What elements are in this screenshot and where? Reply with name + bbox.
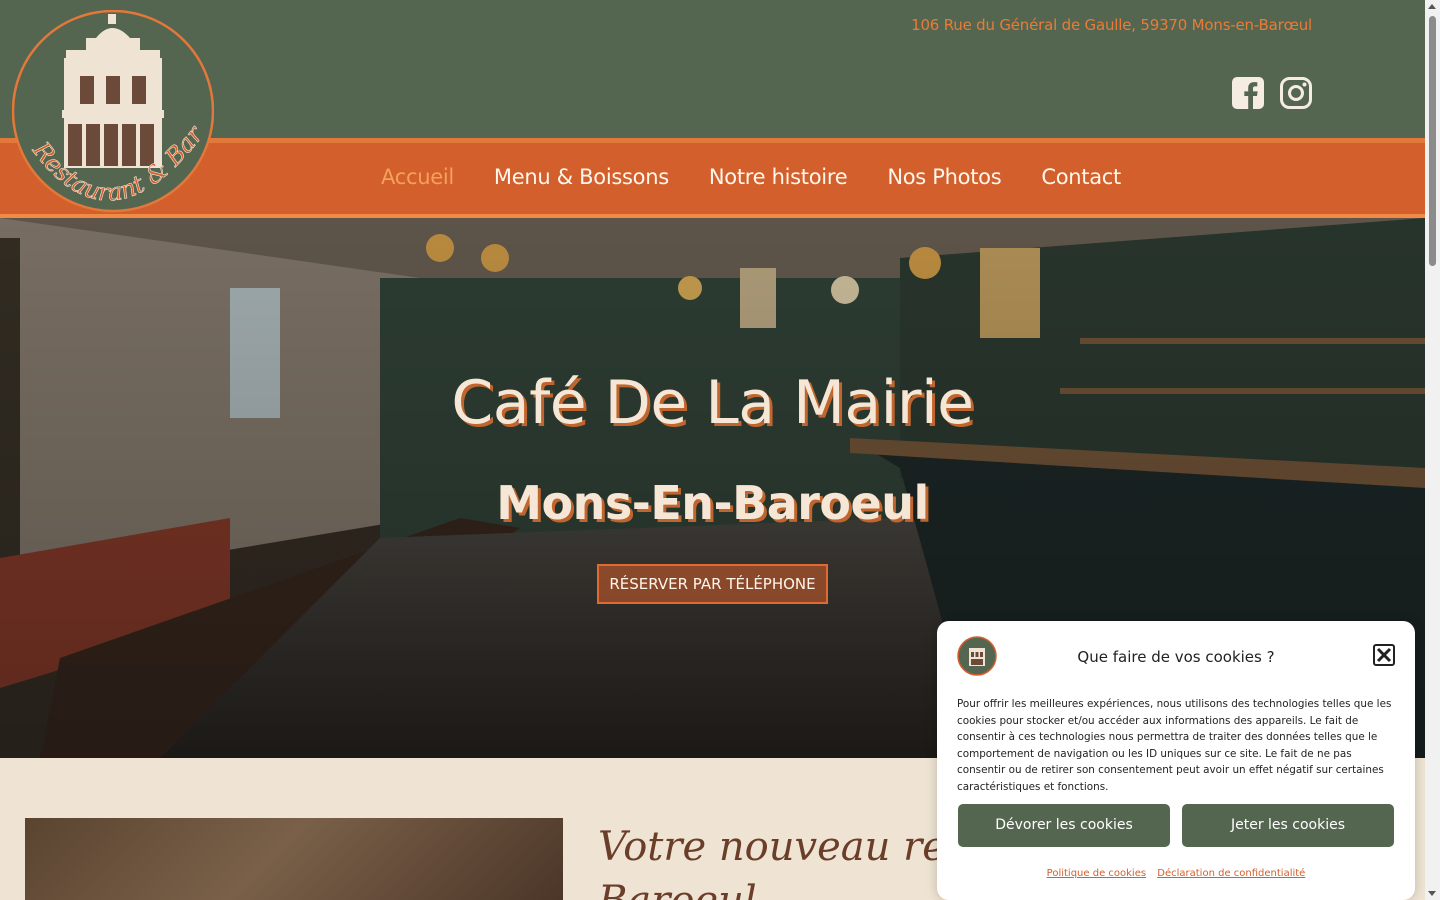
page-scrollbar[interactable] [1425,0,1440,900]
nav-item-nos-photos[interactable]: Nos Photos [887,165,1001,189]
nav-item-accueil[interactable]: Accueil [381,165,454,189]
close-icon[interactable] [1373,644,1395,666]
cookie-title: Que faire de vos cookies ? [1077,648,1275,666]
page: 106 Rue du Général de Gaulle, 59370 Mons… [0,0,1440,900]
nav-item-notre-histoire[interactable]: Notre histoire [709,165,848,189]
hero-subtitle: Mons-En-Baroeul [496,476,929,530]
cookie-consent-dialog: Que faire de vos cookies ? Pour offrir l… [937,621,1415,900]
scroll-thumb[interactable] [1429,16,1436,266]
facebook-icon[interactable] [1231,76,1265,110]
deny-cookies-button[interactable]: Jeter les cookies [1182,804,1394,847]
hero-title: Café De La Mairie [451,368,974,438]
scroll-up-arrow-icon[interactable] [1428,4,1436,9]
address-text: 106 Rue du Général de Gaulle, 59370 Mons… [911,16,1312,34]
cookie-policy-link[interactable]: Politique de cookies [1047,868,1146,879]
nav-item-contact[interactable]: Contact [1041,165,1121,189]
main-nav: Accueil Menu & Boissons Notre histoire N… [381,165,1121,189]
scroll-down-arrow-icon[interactable] [1428,891,1436,896]
privacy-statement-link[interactable]: Déclaration de confidentialité [1157,868,1305,879]
accept-cookies-button[interactable]: Dévorer les cookies [958,804,1170,847]
cookie-links: Politique de cookies Déclaration de conf… [937,868,1415,879]
intro-photo [25,818,563,900]
reserve-phone-button[interactable]: RÉSERVER PAR TÉLÉPHONE [597,564,828,604]
cookie-description: Pour offrir les meilleures expériences, … [957,698,1392,793]
nav-item-menu-boissons[interactable]: Menu & Boissons [494,165,669,189]
instagram-icon[interactable] [1279,76,1313,110]
site-logo[interactable]: Restaurant & Bar [12,10,214,218]
intro-heading-line2: Baroeul [598,878,757,900]
social-links [1231,76,1313,110]
